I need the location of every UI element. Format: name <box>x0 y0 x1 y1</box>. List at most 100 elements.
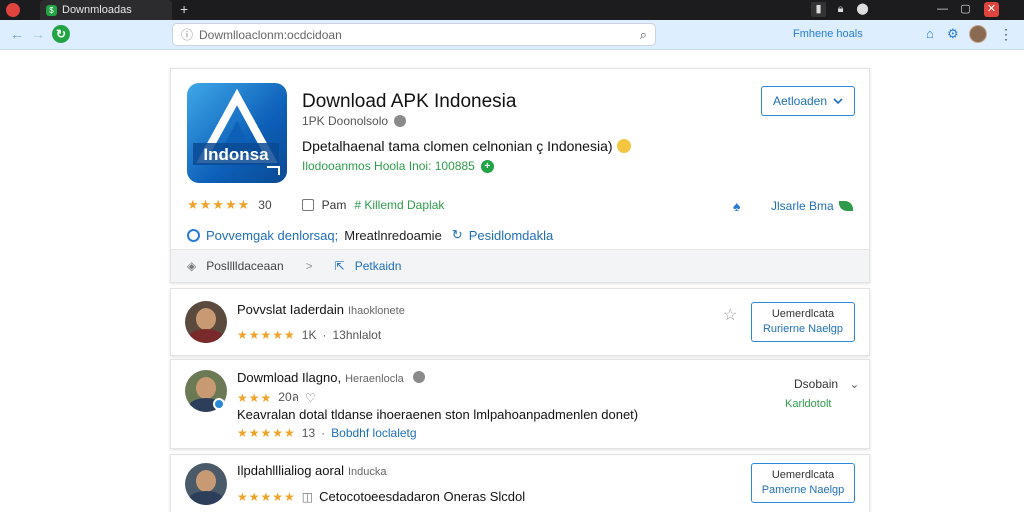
avatar[interactable] <box>185 463 227 505</box>
review-count: 20ล <box>278 390 299 404</box>
review-stars-secondary: ★★★★★ <box>237 426 296 440</box>
review-action-button[interactable]: Uemerdlcata Pamerne Naelgp <box>751 463 855 503</box>
app-title: Download APK Indonesia <box>302 91 517 112</box>
card-footer: ◈ Poslllldaceaan > ⇱ Petkaidn <box>171 249 869 282</box>
external-link-icon: ⇱ <box>334 259 345 273</box>
rating-stars: ★★★★★ <box>187 197 251 212</box>
review-card: Dowmload Ilagno, Heraenlocla ★★★ 20ล ♡ Ke… <box>170 359 870 449</box>
review-author[interactable]: Povvslat Iaderdain Ihaoklonete <box>237 302 405 317</box>
search-icon[interactable]: ⌕ <box>640 27 647 43</box>
review-author-sub: Inducka <box>347 466 387 478</box>
review-author-sub: Heraenlocla <box>345 373 404 385</box>
review-rating-row-secondary: ★★★★★ 13 · Bobdhf loclaletg <box>237 426 417 440</box>
review-stars: ★★★ <box>237 390 273 405</box>
footer-link[interactable]: Petkaidn <box>355 259 402 273</box>
review-action-line2: Pamerne Naelgp <box>761 484 845 496</box>
avatar[interactable] <box>185 301 227 343</box>
tab-title: Downmloadas <box>62 4 132 16</box>
address-text[interactable]: Dowmlloaclonm:ocdcidoan <box>199 28 342 42</box>
review-rating-row: ★★★★★ ◫ Cetocotoeesdadaron Oneras Slcdol <box>237 489 525 504</box>
flame-icon[interactable]: ♠ <box>733 198 740 214</box>
link-secondary[interactable]: Mreatlnredoamie <box>344 228 442 243</box>
menu-icon[interactable]: ⋮ <box>999 26 1013 43</box>
install-button[interactable]: Aetloaden <box>761 86 855 116</box>
app-links-row: Povvemgak denlorsaq; Mreatlnredoamie ↻ P… <box>187 227 553 243</box>
app-logo-icon: Indonsa <box>187 83 287 183</box>
review-card: Ilpdahlllialiog aoral Inducka ★★★★★ ◫ Cet… <box>170 454 870 512</box>
toolbar-link[interactable]: Fmhene hoals <box>793 28 863 40</box>
review-author[interactable]: Dowmload Ilagno, Heraenlocla <box>237 370 426 385</box>
smile-emoji-icon <box>616 139 631 153</box>
share-label[interactable]: Jlsarle Bma <box>771 199 834 213</box>
developer-name[interactable]: 1PK Doonolsolo <box>302 114 388 128</box>
app-meta-text: Ilodooanmos Hoola Inoi: 100885 <box>302 159 475 173</box>
review-stars: ★★★★★ <box>237 489 296 504</box>
app-developer[interactable]: 1PK Doonolsolo <box>302 114 407 128</box>
review-action-line1: Uemerdlcata <box>771 469 835 481</box>
review-rating-row: ★★★★★ 1K · 13hnlalot <box>237 328 382 342</box>
review-status: Karldotolt <box>785 398 832 410</box>
share-link[interactable]: Jlsarle Bma <box>771 199 853 213</box>
review-action-line2: Rurierne Naelgp <box>762 323 844 335</box>
rating-count: 30 <box>258 198 272 212</box>
chevron-down-icon <box>833 97 843 104</box>
avatar-face <box>196 308 216 330</box>
footer-separator: > <box>305 259 313 273</box>
checkbox-label: Pam <box>321 198 347 212</box>
browser-logo-icon[interactable] <box>6 3 20 17</box>
review-count: 1K <box>301 328 317 342</box>
app-logo-text: Indonsa <box>203 145 269 164</box>
avatar-body <box>188 491 224 505</box>
review-author-name[interactable]: Dowmload Ilagno, <box>237 370 341 385</box>
heart-icon[interactable]: ♡ <box>305 391 316 405</box>
close-icon[interactable]: ✕ <box>984 2 999 17</box>
tag-icon: ◈ <box>187 259 197 273</box>
forward-arrow-icon[interactable]: → <box>31 26 45 42</box>
comment-icon[interactable]: ◫ <box>302 490 313 504</box>
review-dropdown[interactable]: Dsobain ⌄ <box>794 377 859 391</box>
review-dropdown-label: Dsobain <box>794 377 839 391</box>
new-tab-button[interactable]: + <box>180 1 188 17</box>
settings-icon[interactable]: ⚙ <box>947 26 959 42</box>
app-card: Indonsa Download APK Indonesia 1PK Doono… <box>170 68 870 283</box>
review-author-sub: Ihaoklonete <box>347 305 405 317</box>
avatar-body <box>188 329 224 343</box>
review-body: Keavralan dotal tldanse ihoeraenen ston … <box>237 407 639 422</box>
bell-icon[interactable]: ⬤ <box>855 2 870 17</box>
site-info-icon[interactable]: ⓘ <box>181 26 193 43</box>
app-meta: Ilodooanmos Hoola Inoi: 100885 + <box>302 159 494 173</box>
pin-icon[interactable]: ▮ <box>811 2 826 17</box>
home-icon[interactable]: ⌂ <box>926 26 934 41</box>
back-arrow-icon[interactable]: ← <box>10 26 24 42</box>
add-icon[interactable]: + <box>480 159 494 173</box>
chevron-down-icon: ⌄ <box>849 377 860 391</box>
review-action-button[interactable]: Uemerdlcata Rurierne Naelgp <box>751 302 855 342</box>
review-author-name[interactable]: Povvslat Iaderdain <box>237 302 344 317</box>
review-link[interactable]: Bobdhf loclaletg <box>331 426 416 440</box>
install-label: Aetloaden <box>772 94 828 108</box>
review-author-name[interactable]: Ilpdahlllialiog aoral <box>237 463 344 478</box>
tab-bar: $ Downmloadas + ▮ 🔒︎ ⬤ — ▢ ✕ <box>0 0 1024 20</box>
profile-avatar[interactable] <box>969 25 987 43</box>
minimize-icon[interactable]: — <box>935 2 950 17</box>
browser-tab[interactable]: $ Downmloadas <box>40 0 172 20</box>
description-text: Dpetalhaenal tama clomen celnonian ç Ind… <box>302 138 613 154</box>
review-stars: ★★★★★ <box>237 328 296 342</box>
lock-icon[interactable]: 🔒︎ <box>833 2 848 17</box>
verified-badge-icon <box>213 398 225 410</box>
reload-icon[interactable]: ↻ <box>52 25 70 43</box>
review-author[interactable]: Ilpdahlllialiog aoral Inducka <box>237 463 387 478</box>
tag-link[interactable]: # Killemd Daplak <box>354 198 444 212</box>
favorite-star-icon[interactable]: ☆ <box>723 305 737 325</box>
review-card: Povvslat Iaderdain Ihaoklonete ★★★★★ 1K ·… <box>170 288 870 356</box>
review-rating-row: ★★★ 20ล ♡ <box>237 388 316 407</box>
review-action-line1: Uemerdlcata <box>771 308 835 320</box>
info-icon <box>187 228 200 242</box>
footer-left-text[interactable]: Poslllldaceaan <box>206 259 283 273</box>
bookmark-checkbox[interactable] <box>301 199 314 211</box>
link-tertiary[interactable]: Pesidlomdakla <box>469 228 554 243</box>
restore-icon[interactable]: ▢ <box>958 2 973 17</box>
link-primary[interactable]: Povvemgak denlorsaq; <box>206 228 338 243</box>
address-bar[interactable]: ⓘ Dowmlloaclonm:ocdcidoan ⌕ <box>172 23 656 46</box>
avatar-face <box>196 470 216 492</box>
